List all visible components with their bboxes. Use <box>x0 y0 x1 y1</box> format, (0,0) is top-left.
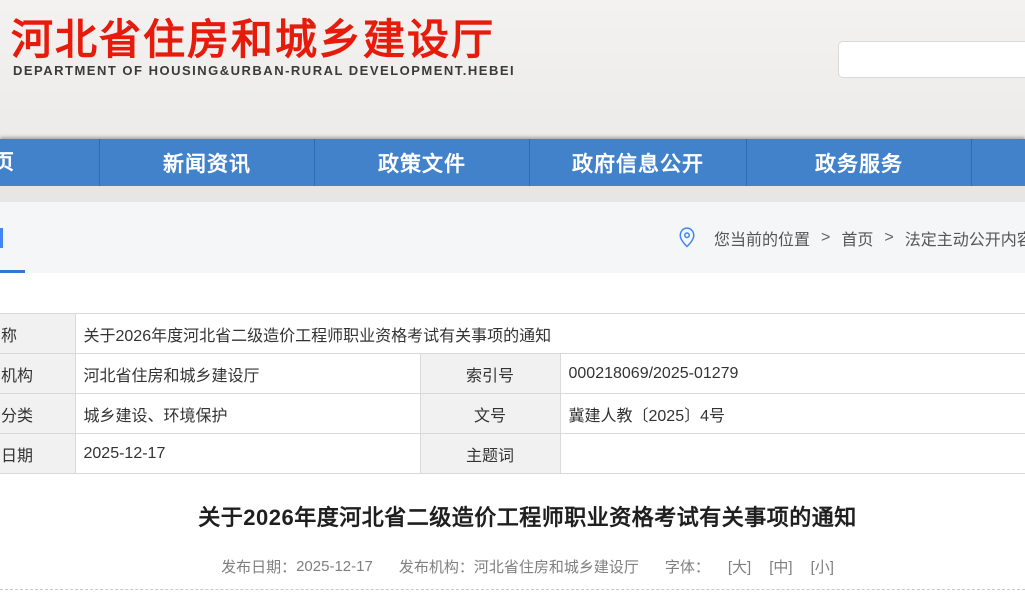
nav-item-home[interactable]: 页 <box>0 139 100 186</box>
font-size-large-button[interactable]: [大] <box>728 556 751 577</box>
breadcrumb-separator: > <box>884 229 893 247</box>
publish-org: 发布机构： 河北省住房和城乡建设厅 <box>399 556 639 577</box>
publish-date-value: 2025-12-17 <box>296 558 373 575</box>
nav-item-services[interactable]: 政务服务 <box>747 139 972 186</box>
nav-item-label: 页 <box>0 139 15 186</box>
table-row: 日期 2025-12-17 主题词 <box>0 434 1025 474</box>
nav-item-label: 新闻资讯 <box>163 148 251 178</box>
section-accent-bar <box>0 228 3 248</box>
field-label-name: 称 <box>0 314 75 354</box>
breadcrumb-prefix: 您当前的位置 <box>714 226 810 250</box>
breadcrumb-home-link[interactable]: 首页 <box>841 226 873 250</box>
search-input[interactable] <box>838 41 1025 78</box>
table-row: 分类 城乡建设、环境保护 文号 冀建人教〔2025〕4号 <box>0 394 1025 434</box>
field-value-title: 关于2026年度河北省二级造价工程师职业资格考试有关事项的通知 <box>75 314 1025 354</box>
breadcrumb-section-link[interactable]: 法定主动公开内容> <box>905 226 1025 250</box>
field-value-index-no: 000218069/2025-01279 <box>560 354 1025 394</box>
field-label-index-no: 索引号 <box>420 354 560 394</box>
article-title: 关于2026年度河北省二级造价工程师职业资格考试有关事项的通知 <box>30 500 1025 532</box>
nav-item-label: 政策文件 <box>378 148 466 178</box>
field-value-date: 2025-12-17 <box>75 434 420 474</box>
nav-item-news[interactable]: 新闻资讯 <box>100 139 315 186</box>
nav-item-policy[interactable]: 政策文件 <box>315 139 530 186</box>
field-value-doc-no: 冀建人教〔2025〕4号 <box>560 394 1025 434</box>
publish-date-label: 发布日期： <box>221 556 296 577</box>
site-title: 河北省住房和城乡建设厅 <box>11 6 495 67</box>
site-subtitle: DEPARTMENT OF HOUSING&URBAN-RURAL DEVELO… <box>13 63 515 78</box>
field-value-org: 河北省住房和城乡建设厅 <box>75 354 420 394</box>
field-label-date: 日期 <box>0 434 75 474</box>
field-label-doc-no: 文号 <box>420 394 560 434</box>
header-bottom-strip <box>0 186 1025 202</box>
article-meta: 发布日期： 2025-12-17 发布机构： 河北省住房和城乡建设厅 字体： [… <box>30 556 1025 577</box>
field-value-category: 城乡建设、环境保护 <box>75 394 420 434</box>
breadcrumb: 您当前的位置 > 首页 > 法定主动公开内容> <box>678 202 1025 273</box>
font-size-medium-button[interactable]: [中] <box>769 556 792 577</box>
nav-item-gov-info[interactable]: 政府信息公开 <box>530 139 747 186</box>
document-info-table: 称 关于2026年度河北省二级造价工程师职业资格考试有关事项的通知 机构 河北省… <box>0 313 1025 474</box>
table-row: 机构 河北省住房和城乡建设厅 索引号 000218069/2025-01279 <box>0 354 1025 394</box>
field-label-subject: 主题词 <box>420 434 560 474</box>
nav-item-label: 政府信息公开 <box>572 148 704 178</box>
publish-org-value: 河北省住房和城乡建设厅 <box>474 556 639 577</box>
field-value-subject <box>560 434 1025 474</box>
nav-item-partial[interactable] <box>972 139 1025 186</box>
font-size-controls: 字体： [大] [中] [小] <box>665 556 834 577</box>
content-divider <box>0 589 1025 590</box>
field-label-category: 分类 <box>0 394 75 434</box>
font-size-label: 字体： <box>665 556 710 577</box>
publish-org-label: 发布机构： <box>399 556 474 577</box>
field-label-org: 机构 <box>0 354 75 394</box>
breadcrumb-band: 您当前的位置 > 首页 > 法定主动公开内容> <box>0 202 1025 273</box>
publish-date: 发布日期： 2025-12-17 <box>221 556 373 577</box>
font-size-small-button[interactable]: [小] <box>811 556 834 577</box>
main-nav: 页 新闻资讯 政策文件 政府信息公开 政务服务 <box>0 139 1025 186</box>
active-tab-underline <box>0 270 25 273</box>
breadcrumb-separator: > <box>821 229 830 247</box>
nav-item-label: 政务服务 <box>815 148 903 178</box>
table-row: 称 关于2026年度河北省二级造价工程师职业资格考试有关事项的通知 <box>0 314 1025 354</box>
location-pin-icon <box>678 227 696 248</box>
